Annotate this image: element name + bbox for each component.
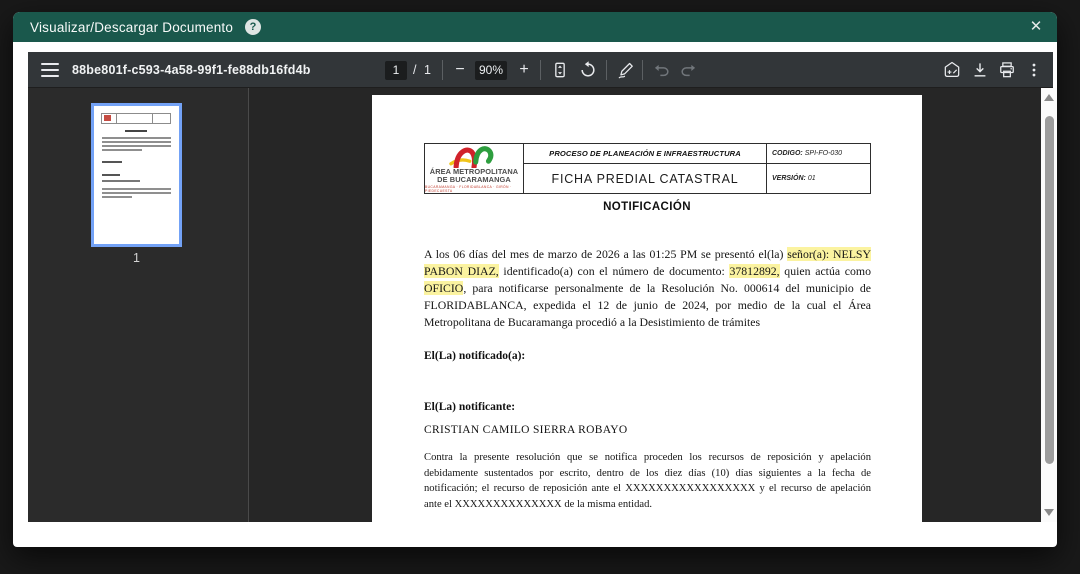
mini-text bbox=[102, 188, 171, 190]
mini-table-line bbox=[116, 113, 117, 124]
notified-label: El(La) notificado(a): bbox=[424, 350, 525, 362]
annotate-icon[interactable] bbox=[614, 58, 638, 82]
legal-paragraph: Contra la presente resolución que se not… bbox=[424, 450, 871, 512]
document-id: 88be801f-c593-4a58-99f1-fe88db16fd4b bbox=[72, 52, 311, 88]
mini-title bbox=[125, 130, 147, 132]
mini-name bbox=[102, 180, 140, 182]
document-header-table: ÁREA METROPOLITANA DE BUCARAMANGA BUCARA… bbox=[424, 143, 871, 194]
version-field: VERSIÓN: 01 bbox=[766, 163, 870, 193]
more-icon[interactable] bbox=[1022, 58, 1046, 82]
mini-label bbox=[102, 174, 120, 176]
intro-seg4: , para notificarse personalmente de la R… bbox=[424, 281, 871, 329]
page-total: 1 bbox=[424, 52, 431, 88]
toolbar-separator bbox=[606, 60, 607, 80]
page-number-input[interactable]: 1 bbox=[385, 61, 407, 80]
mini-text bbox=[102, 196, 132, 198]
menu-icon[interactable] bbox=[38, 58, 62, 82]
redo-icon[interactable] bbox=[676, 58, 700, 82]
section-title: NOTIFICACIÓN bbox=[372, 201, 922, 213]
modal-title: Visualizar/Descargar Documento bbox=[30, 20, 233, 35]
highlight-document-number: 37812892, bbox=[729, 264, 779, 278]
zoom-level-input[interactable]: 90% bbox=[475, 61, 507, 80]
intro-seg1: A los 06 días del mes de marzo de 2026 a… bbox=[424, 247, 787, 261]
mini-table-line bbox=[152, 113, 153, 124]
intro-seg2: identificado(a) con el número de documen… bbox=[499, 264, 730, 278]
mini-text bbox=[102, 141, 171, 143]
scroll-down-icon[interactable] bbox=[1044, 509, 1054, 516]
toolbar-separator bbox=[540, 60, 541, 80]
pdf-toolbar: 88be801f-c593-4a58-99f1-fe88db16fd4b 1 /… bbox=[28, 52, 1053, 88]
screen: Visualizar/Descargar Documento ? ✕ 88be8… bbox=[0, 0, 1080, 574]
logo-cities-text: BUCARAMANGA · FLORIDABLANCA · GIRÓN · PI… bbox=[425, 185, 523, 193]
notifier-name: CRISTIAN CAMILO SIERRA ROBAYO bbox=[424, 424, 627, 436]
thumbnail-page-number: 1 bbox=[91, 251, 182, 265]
print-icon[interactable] bbox=[995, 58, 1019, 82]
version-label: VERSIÓN: bbox=[772, 175, 806, 182]
form-name: FICHA PREDIAL CATASTRAL bbox=[523, 163, 766, 193]
scroll-up-icon[interactable] bbox=[1044, 94, 1054, 101]
toolbar-separator bbox=[442, 60, 443, 80]
download-icon[interactable] bbox=[968, 58, 992, 82]
mini-label bbox=[102, 161, 122, 163]
mini-text bbox=[102, 137, 171, 139]
version-value: 01 bbox=[808, 175, 816, 182]
undo-icon[interactable] bbox=[650, 58, 674, 82]
thumbnail-sidebar: 1 bbox=[28, 88, 249, 522]
page-separator: / bbox=[413, 52, 416, 88]
pdf-viewer-content: 1 ÁREA METROPOLITANA DE BUCARAMANGA BUCA… bbox=[28, 88, 1041, 522]
zoom-out-button[interactable]: − bbox=[449, 58, 471, 82]
logo-cell: ÁREA METROPOLITANA DE BUCARAMANGA BUCARA… bbox=[425, 144, 523, 193]
modal-header: Visualizar/Descargar Documento ? ✕ bbox=[13, 12, 1057, 42]
codigo-label: CODIGO: bbox=[772, 150, 803, 157]
fit-page-icon[interactable] bbox=[548, 58, 572, 82]
logo-text-line2: DE BUCARAMANGA bbox=[437, 176, 511, 184]
highlight-role: OFICIO bbox=[424, 281, 463, 295]
mini-logo bbox=[104, 115, 111, 121]
rotate-icon[interactable] bbox=[576, 58, 600, 82]
vertical-scrollbar[interactable] bbox=[1041, 88, 1057, 522]
mini-text bbox=[102, 192, 171, 194]
document-viewer-modal: Visualizar/Descargar Documento ? ✕ 88be8… bbox=[13, 12, 1057, 547]
save-with-annotations-icon[interactable] bbox=[940, 58, 964, 82]
document-page: ÁREA METROPOLITANA DE BUCARAMANGA BUCARA… bbox=[372, 95, 922, 522]
process-title: PROCESO DE PLANEACIÓN E INFRAESTRUCTURA bbox=[523, 144, 766, 163]
codigo-field: CODIGO: SPI-FO-030 bbox=[766, 144, 870, 163]
zoom-in-button[interactable]: + bbox=[513, 58, 535, 82]
codigo-value: SPI-FO-030 bbox=[805, 150, 842, 157]
mini-header-table bbox=[101, 113, 171, 124]
page-thumbnail[interactable] bbox=[91, 103, 182, 247]
notifier-label: El(La) notificante: bbox=[424, 401, 515, 413]
amb-logo-icon bbox=[446, 145, 502, 168]
mini-text bbox=[102, 149, 142, 151]
toolbar-separator bbox=[642, 60, 643, 80]
scrollbar-thumb[interactable] bbox=[1045, 116, 1054, 464]
help-icon[interactable]: ? bbox=[245, 19, 261, 35]
mini-text bbox=[102, 145, 171, 147]
intro-seg3: quien actúa como bbox=[780, 264, 871, 278]
close-icon[interactable]: ✕ bbox=[1025, 16, 1047, 38]
intro-paragraph: A los 06 días del mes de marzo de 2026 a… bbox=[424, 246, 871, 331]
